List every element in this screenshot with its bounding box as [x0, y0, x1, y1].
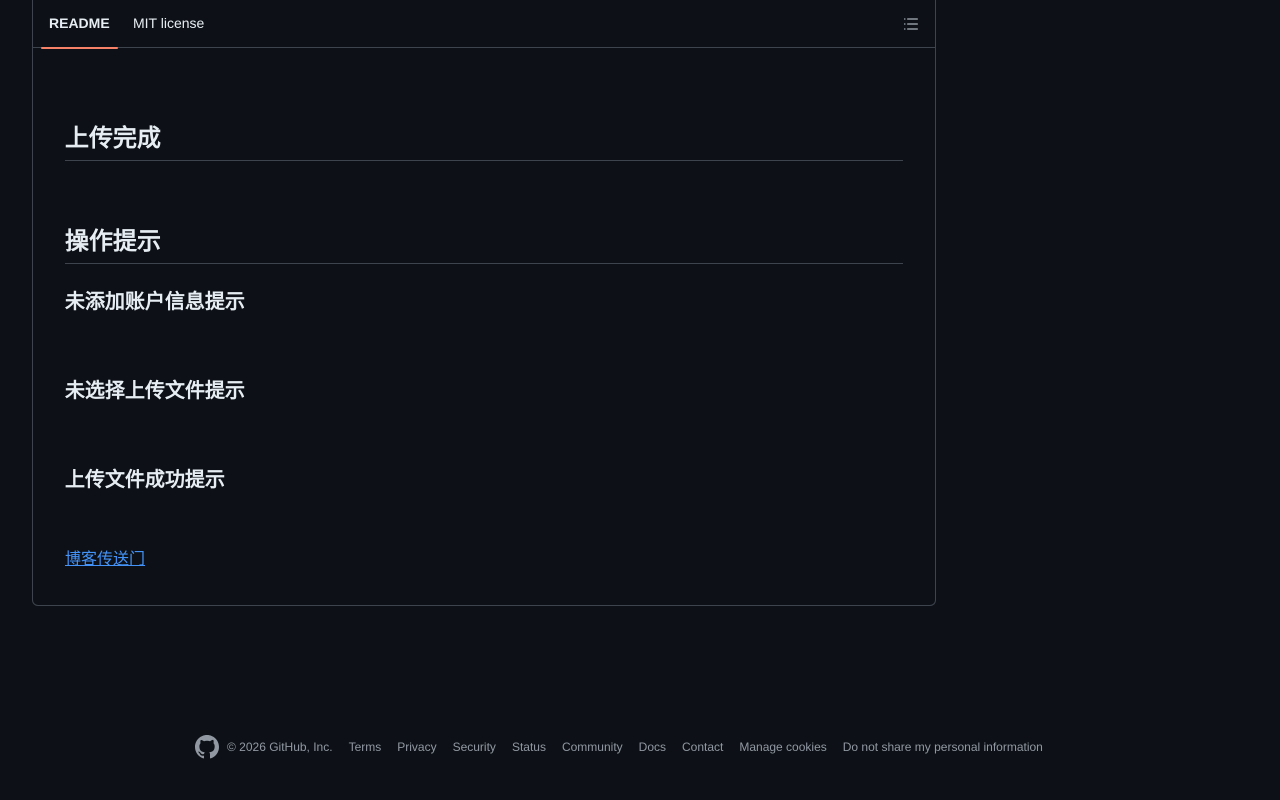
footer-link-manage-cookies[interactable]: Manage cookies [739, 740, 826, 754]
footer-link-docs[interactable]: Docs [639, 740, 666, 754]
file-tabs: README MIT license [33, 0, 935, 49]
blog-link[interactable]: 博客传送门 [65, 549, 145, 571]
footer-link-status[interactable]: Status [512, 740, 546, 754]
list-unordered-icon[interactable] [903, 16, 919, 32]
heading-upload-complete: 上传完成 [65, 124, 903, 161]
subheading-no-file-selected: 未选择上传文件提示 [65, 380, 245, 402]
footer-link-contact[interactable]: Contact [682, 740, 723, 754]
heading-operation-tips: 操作提示 [65, 227, 903, 264]
footer-link-privacy[interactable]: Privacy [397, 740, 436, 754]
footer-link-terms[interactable]: Terms [349, 740, 382, 754]
footer-link-do-not-share[interactable]: Do not share my personal information [843, 740, 1043, 754]
readme-box: README MIT license 上传完成 操作提示 未添加账户信息提示 未… [32, 0, 936, 606]
footer-link-security[interactable]: Security [453, 740, 496, 754]
github-mark-icon[interactable] [195, 735, 219, 759]
tab-readme[interactable]: README [41, 0, 118, 49]
page-footer: © 2026 GitHub, Inc. Terms Privacy Securi… [195, 735, 1043, 759]
subheading-no-account-info: 未添加账户信息提示 [65, 291, 245, 313]
footer-copyright: © 2026 GitHub, Inc. [227, 740, 333, 754]
tab-mit-license[interactable]: MIT license [125, 0, 212, 48]
subheading-upload-success: 上传文件成功提示 [65, 469, 225, 491]
footer-link-community[interactable]: Community [562, 740, 623, 754]
